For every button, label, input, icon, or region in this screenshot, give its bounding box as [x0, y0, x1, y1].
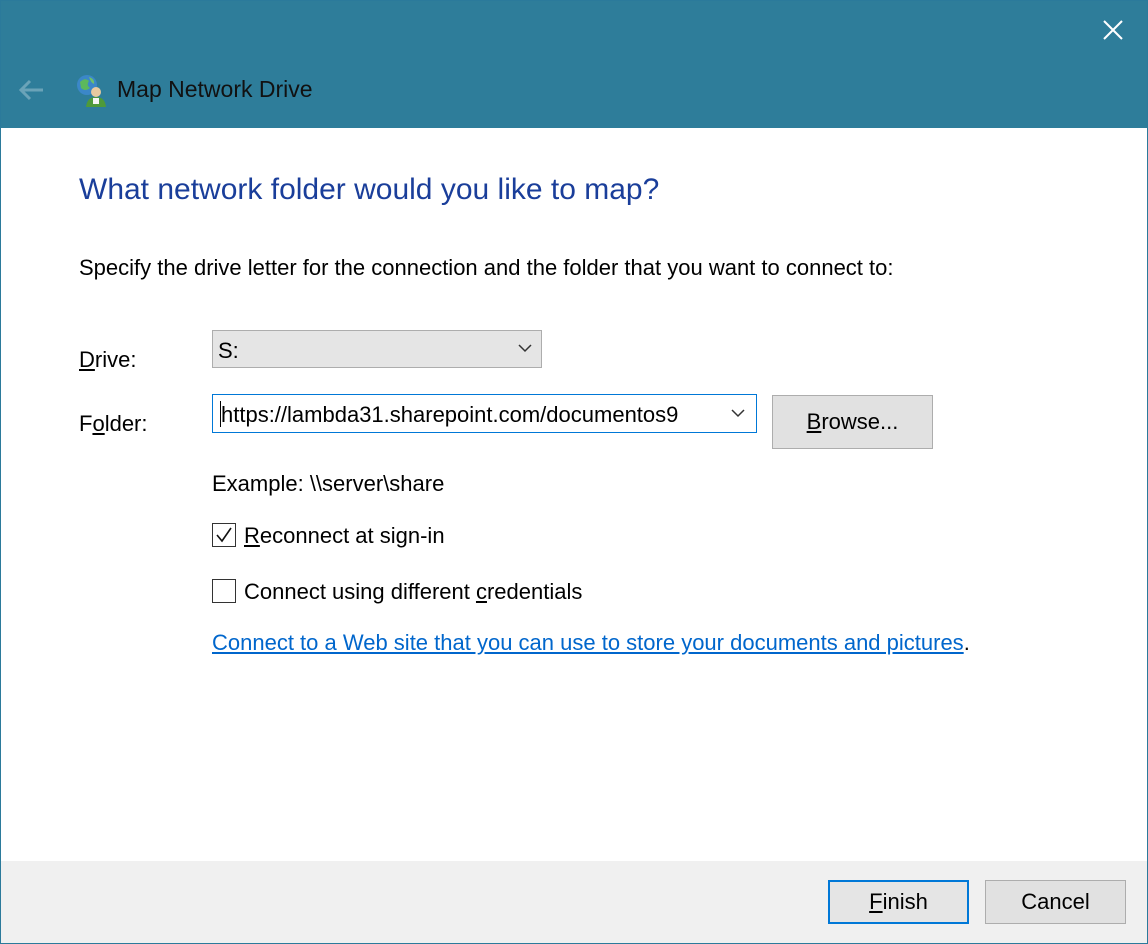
folder-label-rest: lder: [104, 411, 148, 436]
browse-mnemonic: B [806, 409, 822, 434]
chevron-down-icon[interactable] [730, 406, 746, 420]
map-network-drive-dialog: Map Network Drive What network folder wo… [0, 0, 1148, 944]
web-site-link[interactable]: Connect to a Web site that you can use t… [212, 630, 964, 655]
title-bar: Map Network Drive [1, 1, 1147, 128]
credentials-checkbox[interactable] [212, 579, 236, 603]
cancel-button[interactable]: Cancel [985, 880, 1126, 924]
browse-button[interactable]: Browse... [772, 395, 933, 449]
reconnect-label-rest: econnect at sign-in [259, 523, 445, 548]
credentials-label-pre: Connect using different [244, 579, 476, 604]
folder-label-pre: F [79, 411, 93, 436]
link-suffix: . [963, 630, 970, 655]
finish-button[interactable]: Finish [828, 880, 969, 924]
finish-mnemonic: F [869, 889, 883, 914]
page-heading: What network folder would you like to ma… [79, 173, 660, 206]
finish-label-rest: inish [882, 889, 928, 914]
drive-letter-select[interactable]: S: [212, 330, 542, 368]
folder-label-mnemonic: o [92, 411, 105, 436]
dialog-footer [1, 861, 1147, 943]
window-title: Map Network Drive [117, 76, 313, 102]
chevron-down-icon [518, 344, 532, 353]
back-arrow-icon[interactable] [17, 77, 47, 103]
close-button[interactable] [1079, 1, 1147, 59]
credentials-label-rest: redentials [486, 579, 583, 604]
drive-letter-value: S: [218, 338, 239, 363]
reconnect-checkbox[interactable] [212, 523, 236, 547]
reconnect-label[interactable]: Reconnect at sign-in [244, 523, 445, 549]
close-icon [1103, 20, 1123, 40]
browse-label-rest: rowse... [821, 409, 899, 434]
drive-label-rest: rive: [94, 347, 137, 372]
folder-path-input[interactable]: https://lambda31.sharepoint.com/document… [221, 402, 719, 428]
example-text: Example: \\server\share [212, 471, 445, 496]
credentials-label[interactable]: Connect using different credentials [244, 579, 582, 605]
checkmark-icon [216, 527, 232, 543]
folder-path-combobox[interactable]: https://lambda31.sharepoint.com/document… [212, 394, 757, 433]
web-site-link-line: Connect to a Web site that you can use t… [212, 630, 970, 656]
network-drive-icon [77, 75, 106, 107]
credentials-mnemonic: c [475, 579, 487, 604]
reconnect-mnemonic: R [244, 523, 260, 548]
folder-label: Folder: [79, 411, 148, 437]
instructions-text: Specify the drive letter for the connect… [79, 255, 894, 280]
drive-label: Drive: [79, 347, 136, 373]
drive-label-mnemonic: D [79, 347, 95, 372]
